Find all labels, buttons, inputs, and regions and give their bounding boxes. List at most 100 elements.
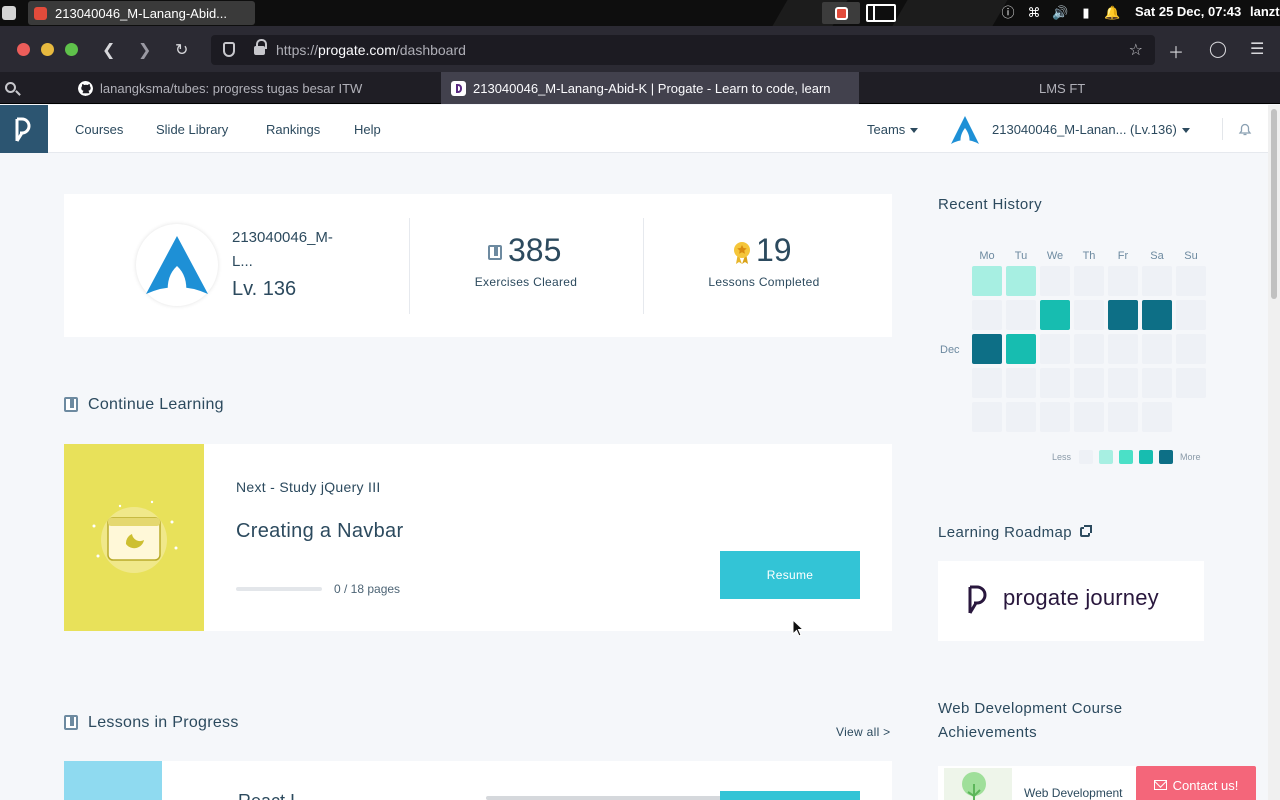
lesson-title[interactable]: React I — [238, 791, 295, 800]
heatmap-cell[interactable] — [1006, 334, 1036, 364]
heatmap-cell[interactable] — [1074, 402, 1104, 432]
tab-lms[interactable]: LMS FT — [1039, 72, 1139, 104]
notification-bell-icon[interactable] — [1238, 122, 1252, 136]
day-label: Su — [1184, 250, 1198, 262]
heatmap-cell[interactable] — [1108, 300, 1138, 330]
tab-github[interactable]: lanangksma/tubes: progress tugas besar I… — [78, 72, 438, 104]
contact-label: Contact us! — [1172, 777, 1239, 793]
teams-dropdown[interactable]: Teams — [867, 122, 919, 137]
day-label: Sa — [1150, 250, 1164, 262]
heatmap-cell[interactable] — [972, 334, 1002, 364]
heatmap-cell[interactable] — [1040, 402, 1070, 432]
tab-label: 213040046_M-Lanang-Abid-K | Progate - Le… — [473, 80, 831, 96]
resume-button[interactable]: Resume — [720, 551, 860, 599]
heatmap-cell[interactable] — [1176, 300, 1206, 330]
heatmap-cell[interactable] — [972, 300, 1002, 330]
heatmap-cell[interactable] — [1108, 402, 1138, 432]
achievement-label: Web Development — [1024, 786, 1123, 800]
lesson-thumbnail[interactable] — [64, 761, 162, 800]
progate-journey-banner[interactable]: progate journey — [938, 561, 1204, 641]
wifi-icon[interactable]: ⌘ — [1026, 5, 1042, 21]
heatmap-cell[interactable] — [1142, 334, 1172, 364]
heatmap-cell[interactable] — [1108, 368, 1138, 398]
heatmap-cell[interactable] — [1006, 300, 1036, 330]
tab-label: LMS FT — [1039, 80, 1086, 96]
nav-help[interactable]: Help — [354, 122, 381, 137]
heatmap-cell[interactable] — [1176, 368, 1206, 398]
url-text[interactable]: https://progate.com/dashboard — [276, 42, 466, 58]
volume-icon[interactable]: 🔊 — [1052, 5, 1068, 21]
heatmap-cell[interactable] — [1176, 266, 1206, 296]
heatmap-cell[interactable] — [1142, 402, 1172, 432]
heatmap-cell[interactable] — [1108, 266, 1138, 296]
new-tab-icon[interactable]: ＋ — [1168, 39, 1184, 63]
divider — [409, 218, 410, 314]
heatmap-cell[interactable] — [1074, 300, 1104, 330]
info-icon[interactable]: ⓘ — [1000, 5, 1016, 21]
lesson-in-progress-card: React I — [64, 761, 892, 800]
bell-icon[interactable]: 🔔 — [1104, 5, 1120, 21]
page-scrollbar[interactable] — [1268, 105, 1280, 800]
menu-icon[interactable]: ☰ — [1250, 39, 1264, 59]
resume-button[interactable] — [720, 791, 860, 800]
heatmap-cell[interactable] — [1074, 266, 1104, 296]
learning-roadmap-title[interactable]: Learning Roadmap — [938, 521, 1092, 545]
heatmap-cell[interactable] — [1040, 266, 1070, 296]
legend-swatch — [1139, 450, 1153, 464]
heatmap-cell[interactable] — [1040, 300, 1070, 330]
window-title-tab[interactable]: 213040046_M-Lanang-Abid... — [28, 1, 255, 25]
heatmap-cell[interactable] — [972, 368, 1002, 398]
tab-progate[interactable]: 213040046_M-Lanang-Abid-K | Progate - Le… — [441, 72, 859, 104]
close-window-button[interactable] — [17, 43, 30, 56]
lock-icon[interactable] — [254, 39, 267, 56]
search-icon[interactable] — [5, 82, 16, 93]
heatmap-cell[interactable] — [1142, 266, 1172, 296]
bookmark-star-icon[interactable]: ☆ — [1129, 40, 1143, 60]
url-bar[interactable]: https://progate.com/dashboard ☆ — [211, 35, 1155, 65]
nav-slide-library[interactable]: Slide Library — [156, 122, 228, 137]
progate-logo[interactable] — [0, 105, 48, 153]
back-icon[interactable]: ❮ — [102, 40, 115, 60]
nav-courses[interactable]: Courses — [75, 122, 123, 137]
workspace-2[interactable] — [866, 4, 896, 22]
book-icon — [64, 715, 78, 730]
avatar[interactable] — [949, 114, 981, 146]
app-menu-icon[interactable] — [2, 6, 16, 20]
reload-icon[interactable]: ↻ — [175, 40, 188, 60]
tracking-shield-icon[interactable] — [223, 42, 235, 57]
maximize-window-button[interactable] — [65, 43, 78, 56]
lesson-title[interactable]: Creating a Navbar — [236, 520, 403, 543]
os-user[interactable]: lanzt — [1250, 4, 1280, 19]
clock[interactable]: Sat 25 Dec, 07:43 — [1135, 4, 1241, 19]
lesson-thumbnail[interactable] — [64, 444, 204, 631]
workspace-1[interactable] — [822, 2, 860, 24]
heatmap-cell[interactable] — [972, 266, 1002, 296]
medal-icon — [734, 242, 750, 264]
heatmap-cell[interactable] — [972, 402, 1002, 432]
scrollbar-thumb[interactable] — [1271, 109, 1277, 299]
heatmap-cell[interactable] — [1176, 334, 1206, 364]
contact-us-button[interactable]: Contact us! — [1136, 766, 1256, 800]
pocket-icon[interactable]: ◯ — [1209, 39, 1227, 59]
view-all-link[interactable]: View all > — [836, 725, 890, 739]
day-label: Fr — [1117, 250, 1129, 262]
profile-name: 213040046_M-L... — [232, 229, 333, 270]
nav-rankings[interactable]: Rankings — [266, 122, 320, 137]
heatmap-cell[interactable] — [1142, 368, 1172, 398]
heatmap-cell[interactable] — [1142, 300, 1172, 330]
heatmap-cell[interactable] — [1074, 368, 1104, 398]
heatmap-cell[interactable] — [1074, 334, 1104, 364]
user-menu[interactable]: 213040046_M-Lanan... (Lv.136) — [992, 122, 1190, 137]
lessons-completed-label: Lessons Completed — [708, 275, 820, 289]
exercises-cleared-count: 385 — [508, 232, 562, 268]
heatmap-cell[interactable] — [1006, 402, 1036, 432]
heatmap-cell[interactable] — [1040, 368, 1070, 398]
heatmap-cell[interactable] — [1006, 368, 1036, 398]
forward-icon[interactable]: ❯ — [138, 40, 151, 60]
heatmap-cell[interactable] — [1108, 334, 1138, 364]
battery-icon[interactable]: ▮ — [1078, 5, 1094, 21]
minimize-window-button[interactable] — [41, 43, 54, 56]
heatmap-cell[interactable] — [1040, 334, 1070, 364]
heatmap-cell[interactable] — [1006, 266, 1036, 296]
day-label: Tu — [1014, 250, 1028, 262]
